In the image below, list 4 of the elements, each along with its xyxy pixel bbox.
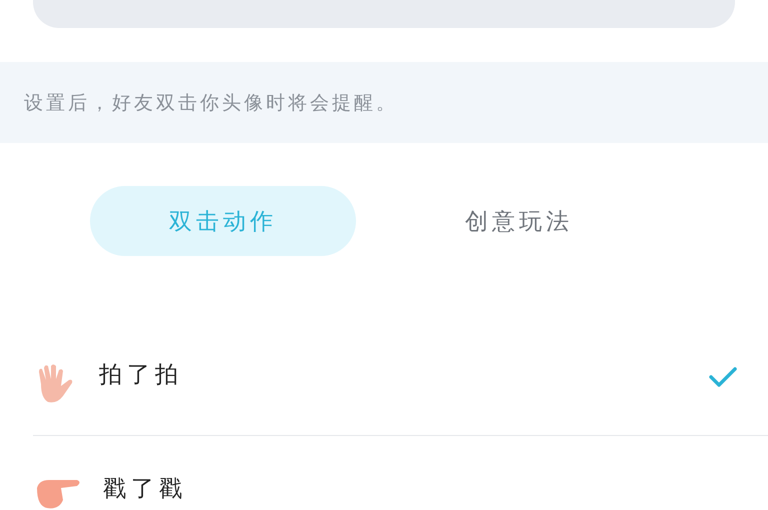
notice-text: 设置后，好友双击你头像时将会提醒。 <box>24 90 398 116</box>
action-label[interactable]: 拍了拍 <box>99 360 708 390</box>
action-label[interactable]: 戳了戳 <box>103 474 738 504</box>
tab[interactable]: 创意玩法 <box>386 186 652 256</box>
